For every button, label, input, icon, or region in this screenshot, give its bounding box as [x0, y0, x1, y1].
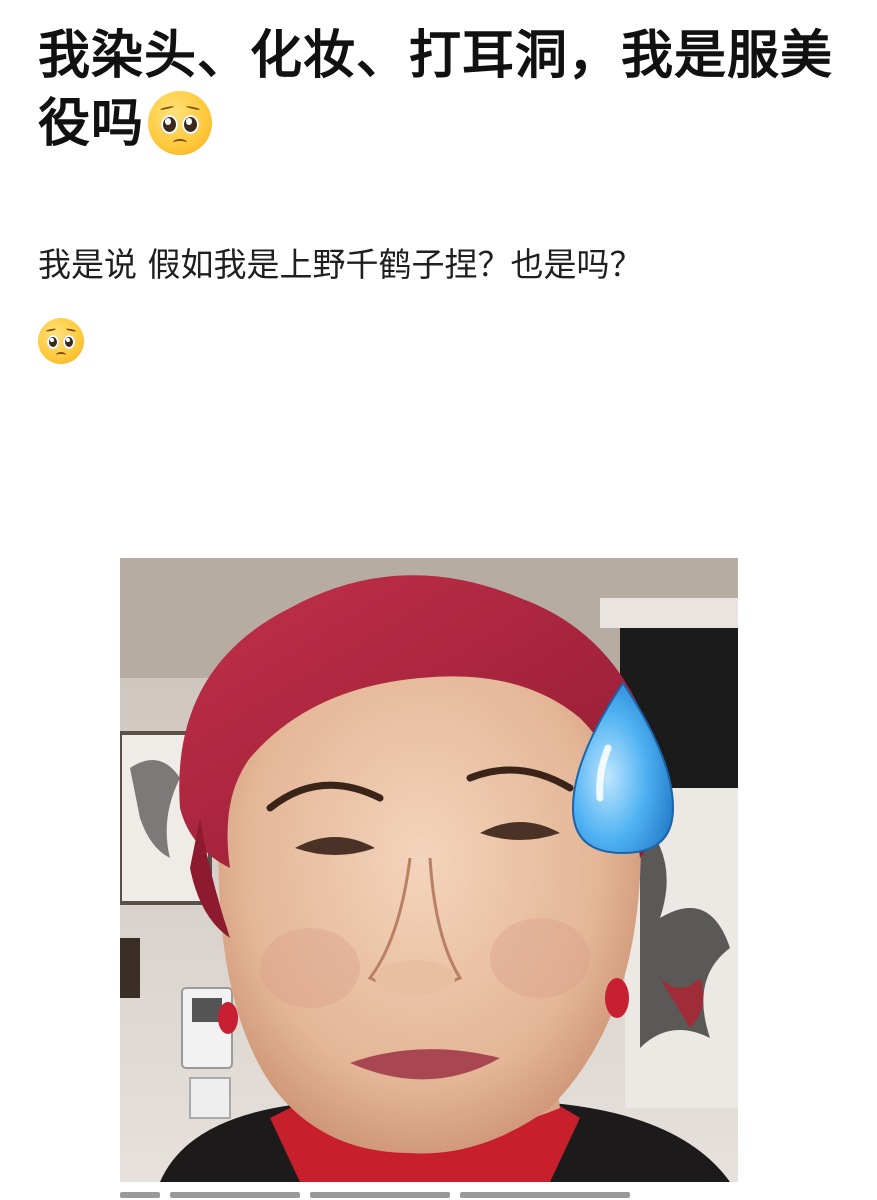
- post-card: 我染头、化妆、打耳洞，我是服美役吗 我是说 假如我是上野千鹤子捏？也是吗？: [0, 0, 877, 1200]
- photo-caption-cropped: [120, 1186, 738, 1200]
- post-photo[interactable]: [120, 558, 738, 1182]
- post-body: 我是说 假如我是上野千鹤子捏？也是吗？: [38, 245, 643, 284]
- earring-right: [605, 978, 629, 1018]
- pleading-face-icon: [148, 91, 213, 155]
- earring-left: [218, 1002, 238, 1034]
- pleading-face-icon: [38, 318, 84, 364]
- photo-illustration: [120, 558, 738, 1182]
- post-title: 我染头、化妆、打耳洞，我是服美役吗: [38, 22, 838, 159]
- pleading-face-emoji: [38, 318, 84, 364]
